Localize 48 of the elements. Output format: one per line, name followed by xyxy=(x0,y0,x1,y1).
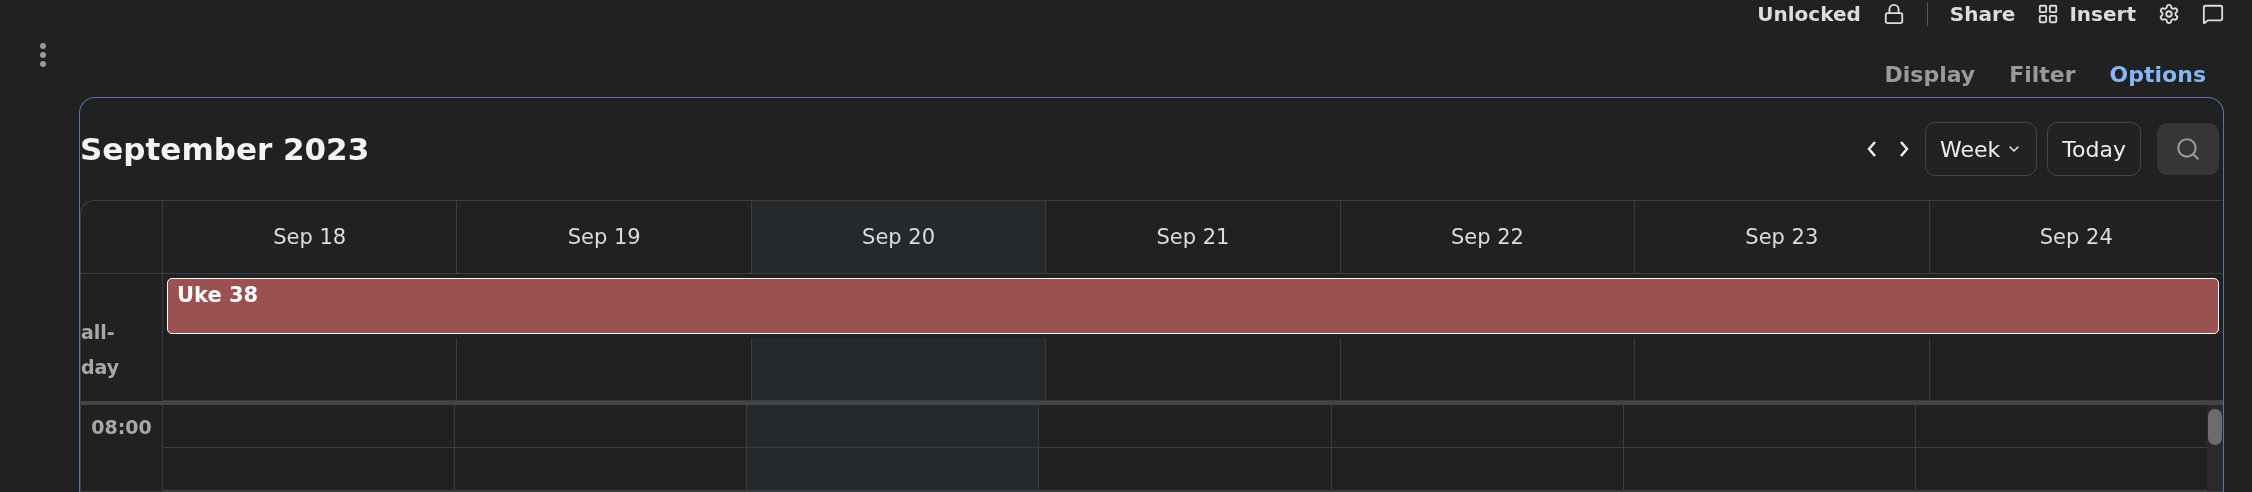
all-day-cell[interactable] xyxy=(1339,338,1635,401)
all-day-cell[interactable] xyxy=(456,338,751,401)
comment-icon[interactable] xyxy=(2202,3,2224,25)
insert-button[interactable]: Insert xyxy=(2069,2,2136,26)
time-slot-cell[interactable] xyxy=(1914,405,2207,448)
view-tab[interactable]: Display xyxy=(1884,62,1976,87)
view-tab[interactable]: Filter xyxy=(2009,62,2076,87)
settings-icon[interactable] xyxy=(2158,3,2180,25)
time-slot-cell[interactable] xyxy=(162,405,455,448)
chevron-right-icon xyxy=(1899,141,1910,157)
all-day-cell[interactable] xyxy=(162,338,457,401)
time-slot-cell[interactable] xyxy=(1914,448,2207,491)
view-dropdown[interactable]: Week xyxy=(1925,122,2038,176)
view-tab[interactable]: Options xyxy=(2109,62,2206,87)
scrollbar-thumb[interactable] xyxy=(2208,409,2222,445)
more-options-icon[interactable] xyxy=(38,42,48,68)
all-day-cell[interactable] xyxy=(1634,338,1929,401)
day-header: Sep 23 xyxy=(1634,201,1929,274)
day-header: Sep 20 xyxy=(750,201,1046,274)
calendar-title: September 2023 xyxy=(80,131,370,167)
time-slot-cell[interactable] xyxy=(1622,448,1915,491)
day-header: Sep 21 xyxy=(1045,201,1340,274)
search-icon xyxy=(2175,136,2201,162)
time-label: 08:00 xyxy=(91,415,152,438)
search-button[interactable] xyxy=(2157,123,2219,175)
day-header: Sep 18 xyxy=(162,201,457,274)
time-slot-cell[interactable] xyxy=(1330,448,1623,491)
time-slot-cell[interactable] xyxy=(1038,405,1331,448)
all-day-cell[interactable] xyxy=(1045,338,1340,401)
day-header: Sep 19 xyxy=(456,201,751,274)
chevron-left-icon xyxy=(1867,141,1878,157)
today-button[interactable]: Today xyxy=(2047,122,2141,176)
all-day-cell[interactable] xyxy=(1928,338,2223,401)
share-button[interactable]: Share xyxy=(1949,2,2016,26)
time-slot-cell[interactable] xyxy=(162,448,455,491)
time-slot-cell[interactable] xyxy=(1330,405,1623,448)
grid-icon xyxy=(2037,3,2060,25)
event-bar[interactable]: Uke 38 xyxy=(167,278,2219,334)
all-day-cell[interactable] xyxy=(750,338,1046,401)
lock-icon[interactable] xyxy=(1882,3,1905,25)
time-slot-cell[interactable] xyxy=(1622,405,1915,448)
all-day-label: all-day xyxy=(81,320,121,380)
day-header: Sep 22 xyxy=(1339,201,1635,274)
lock-status-label: Unlocked xyxy=(1757,2,1861,26)
time-slot-cell[interactable] xyxy=(746,405,1039,448)
time-slot-cell[interactable] xyxy=(746,448,1039,491)
day-header: Sep 24 xyxy=(1928,201,2223,274)
time-slot-cell[interactable] xyxy=(1038,448,1331,491)
